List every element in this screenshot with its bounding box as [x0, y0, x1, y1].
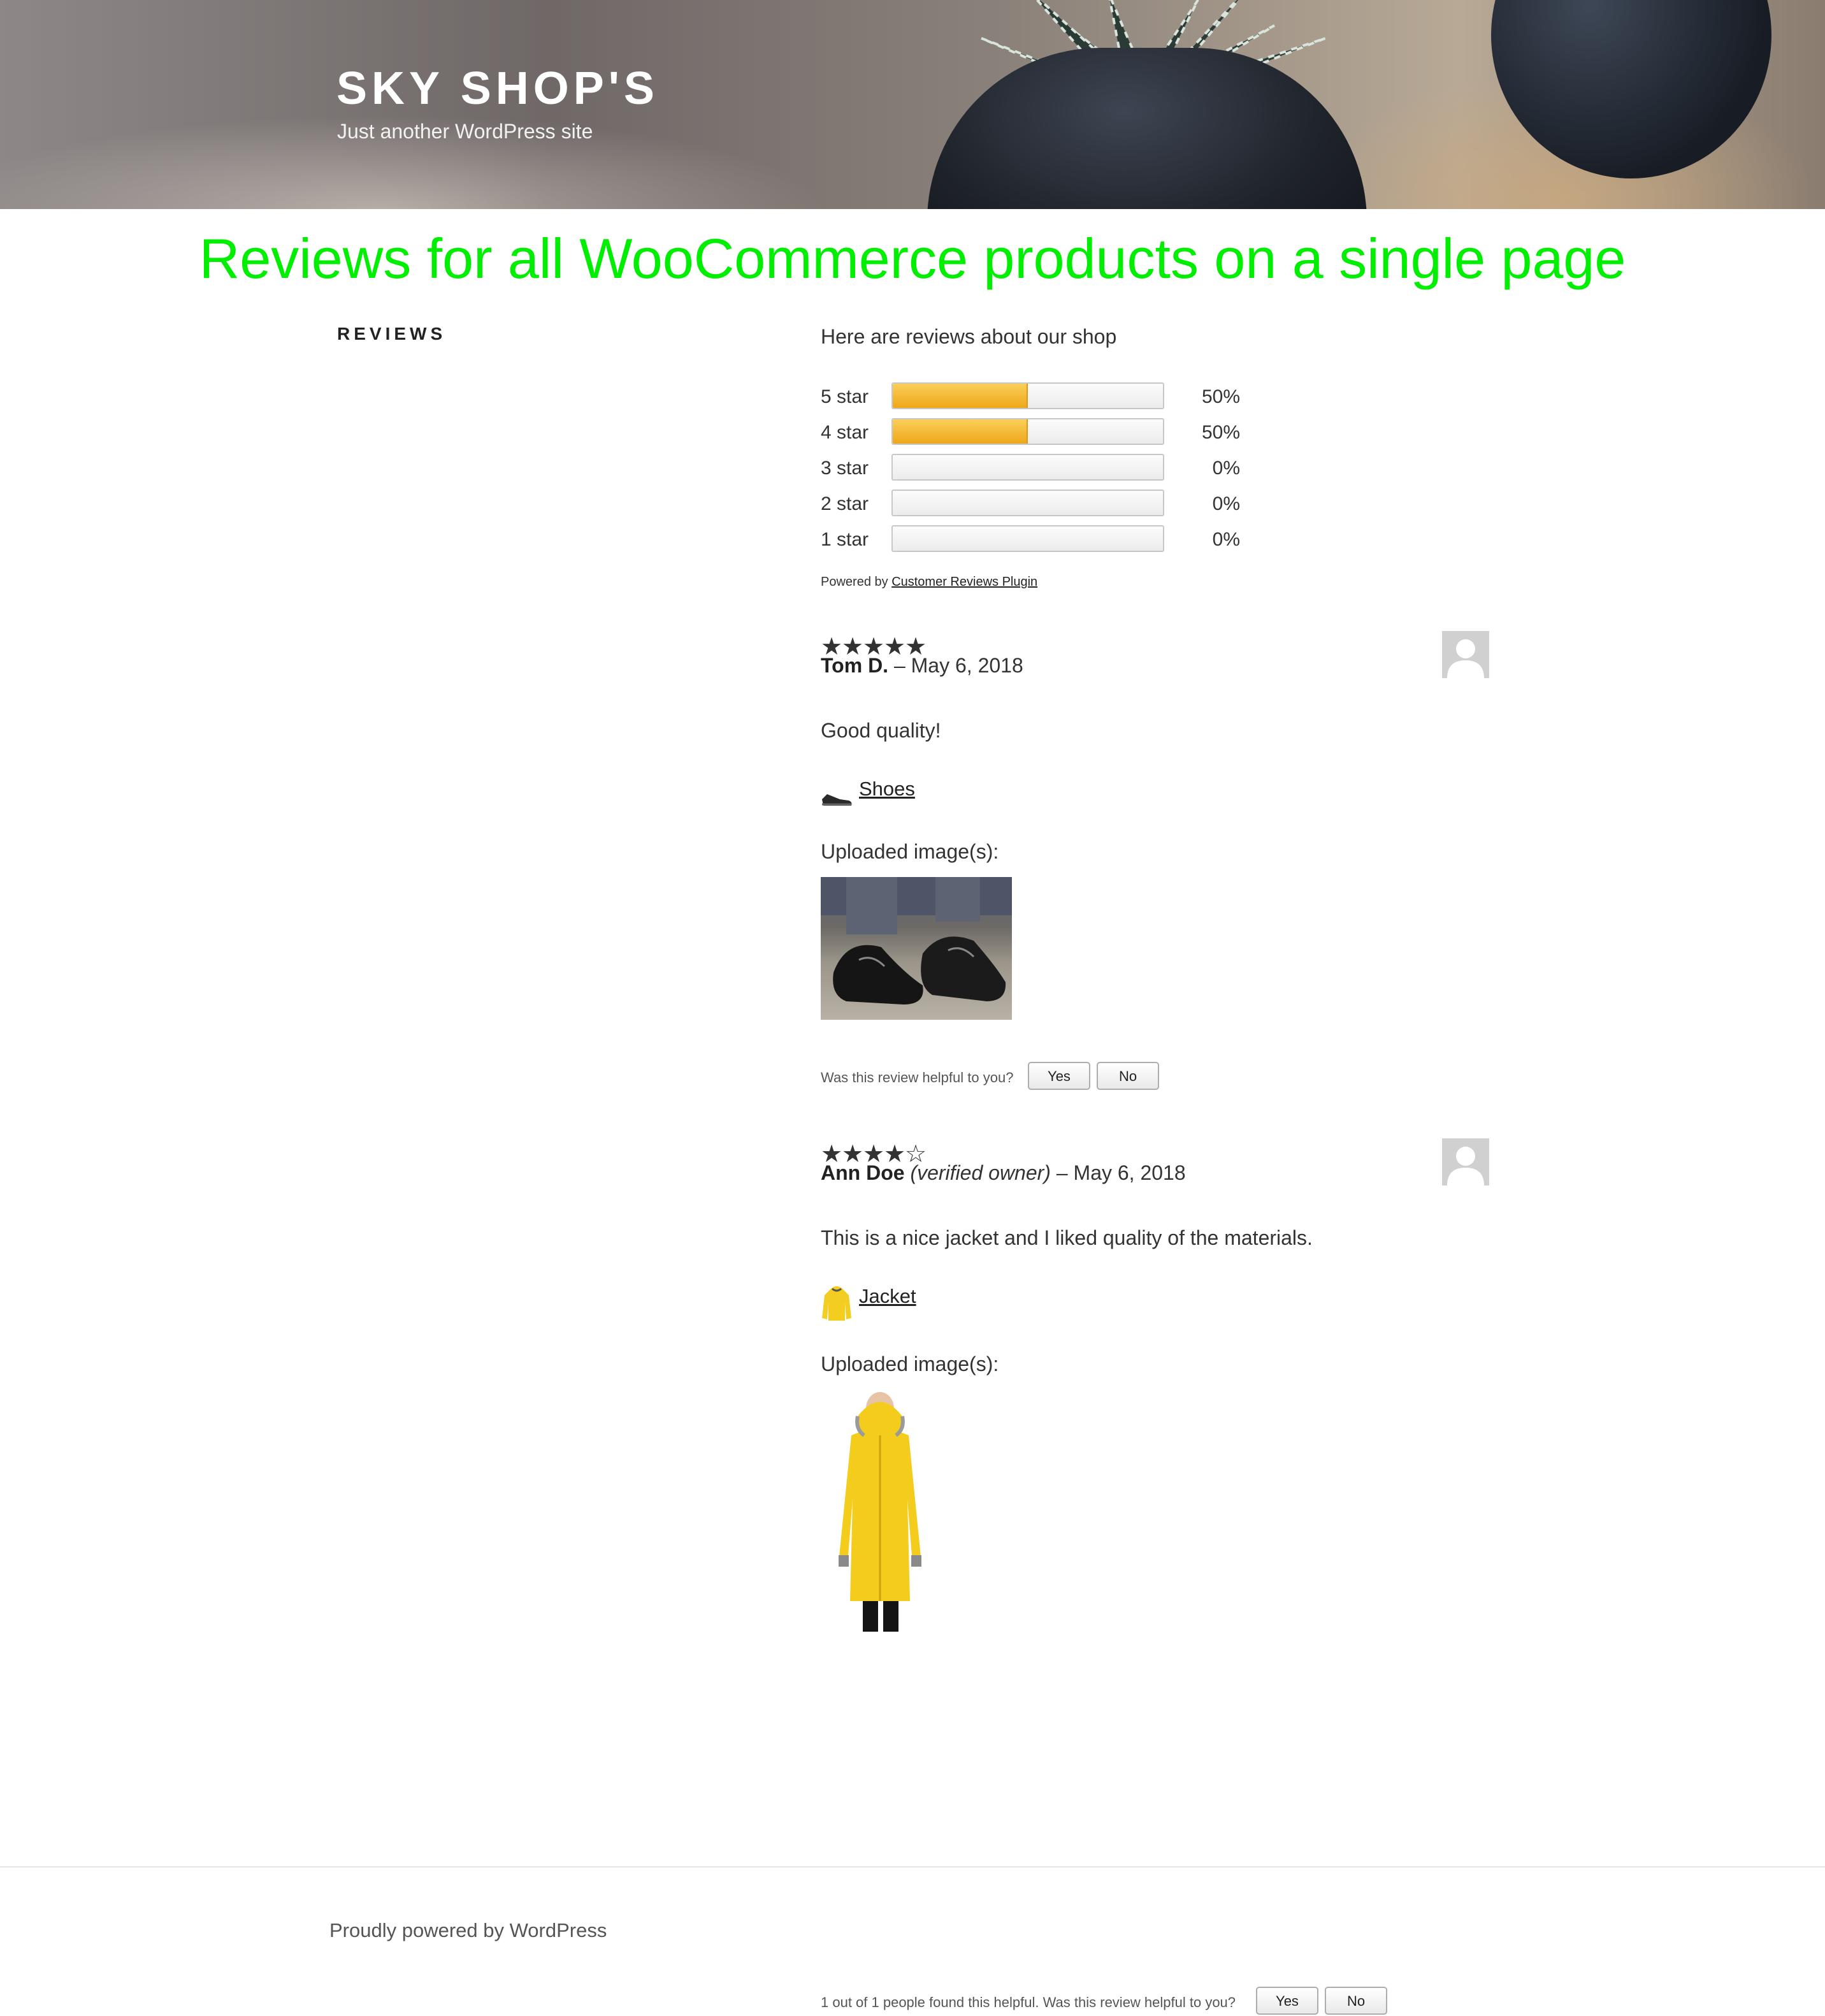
- helpful-yes-button[interactable]: Yes: [1028, 1062, 1090, 1090]
- footer-credit[interactable]: Proudly powered by WordPress: [329, 1919, 607, 1942]
- product-link-jacket[interactable]: Jacket: [859, 1285, 916, 1308]
- rating-row[interactable]: 5 star 50%: [821, 382, 1241, 413]
- rating-label: 4 star: [821, 422, 869, 443]
- rating-label: 5 star: [821, 386, 869, 407]
- product-link-shoes[interactable]: Shoes: [859, 778, 915, 801]
- reviews-intro: Here are reviews about our shop: [821, 325, 1117, 348]
- rating-bar: [891, 454, 1164, 481]
- rating-row[interactable]: 4 star 50%: [821, 418, 1241, 449]
- helpful-no-button[interactable]: No: [1097, 1062, 1159, 1090]
- review-meta: Tom D. – May 6, 2018: [821, 654, 1023, 678]
- avatar-silhouette-icon: [1447, 639, 1484, 678]
- page-title: REVIEWS: [337, 324, 447, 344]
- verified-owner-label: (verified owner): [910, 1161, 1051, 1184]
- rating-row[interactable]: 2 star 0%: [821, 489, 1241, 520]
- helpful-text: 1 out of 1 people found this helpful. Wa…: [821, 1994, 1236, 2010]
- jacket-photo-icon: [839, 1392, 921, 1632]
- rating-percent: 0%: [1212, 529, 1240, 550]
- rating-bar: [891, 382, 1164, 409]
- review-date: – May 6, 2018: [893, 654, 1023, 677]
- rating-bar-fill: [893, 419, 1028, 444]
- rating-label: 3 star: [821, 458, 869, 479]
- helpful-no-button[interactable]: No: [1325, 1987, 1387, 2015]
- rating-bar-fill: [893, 384, 1028, 408]
- uploaded-image-shoes[interactable]: [821, 877, 1012, 1020]
- review-meta: Ann Doe (verified owner) – May 6, 2018: [821, 1161, 1186, 1185]
- promo-banner: Reviews for all WooCommerce products on …: [199, 227, 1626, 290]
- rating-row[interactable]: 3 star 0%: [821, 454, 1241, 484]
- review-text: This is a nice jacket and I liked qualit…: [821, 1226, 1313, 1249]
- site-description: Just another WordPress site: [337, 120, 593, 143]
- avatar: [1442, 631, 1489, 678]
- rating-percent: 0%: [1212, 493, 1240, 514]
- helpful-yes-button[interactable]: Yes: [1256, 1987, 1318, 2015]
- rating-percent: 0%: [1212, 458, 1240, 479]
- powered-by-prefix: Powered by: [821, 575, 888, 589]
- review-text: Good quality!: [821, 719, 941, 742]
- rating-row[interactable]: 1 star 0%: [821, 525, 1241, 556]
- rating-label: 1 star: [821, 529, 869, 550]
- uploaded-image-jacket[interactable]: [832, 1391, 928, 1633]
- jacket-icon: [822, 1286, 851, 1321]
- uploaded-images-label: Uploaded image(s):: [821, 840, 999, 863]
- rating-bar: [891, 525, 1164, 552]
- shoe-icon: [822, 794, 852, 806]
- customer-reviews-plugin-link[interactable]: Customer Reviews Plugin: [891, 575, 1037, 589]
- site-title[interactable]: SKY SHOP'S: [336, 62, 659, 115]
- rating-percent: 50%: [1201, 386, 1240, 407]
- uploaded-images-label: Uploaded image(s):: [821, 1352, 999, 1375]
- rating-percent: 50%: [1201, 422, 1240, 443]
- review-date: – May 6, 2018: [1056, 1161, 1186, 1184]
- footer-divider: [0, 1866, 1825, 1867]
- rating-bar: [891, 418, 1164, 445]
- rating-label: 2 star: [821, 493, 869, 514]
- site-header: SKY SHOP'S Just another WordPress site: [0, 0, 1825, 209]
- avatar: [1442, 1138, 1489, 1186]
- powered-by: Powered by Customer Reviews Plugin: [821, 575, 1037, 590]
- avatar-silhouette-icon: [1447, 1147, 1484, 1186]
- rating-bar: [891, 489, 1164, 516]
- shoes-photo-icon: [821, 877, 1012, 1004]
- helpful-text: Was this review helpful to you?: [821, 1070, 1014, 1085]
- review-author: Ann Doe: [821, 1161, 905, 1184]
- review-author: Tom D.: [821, 654, 889, 677]
